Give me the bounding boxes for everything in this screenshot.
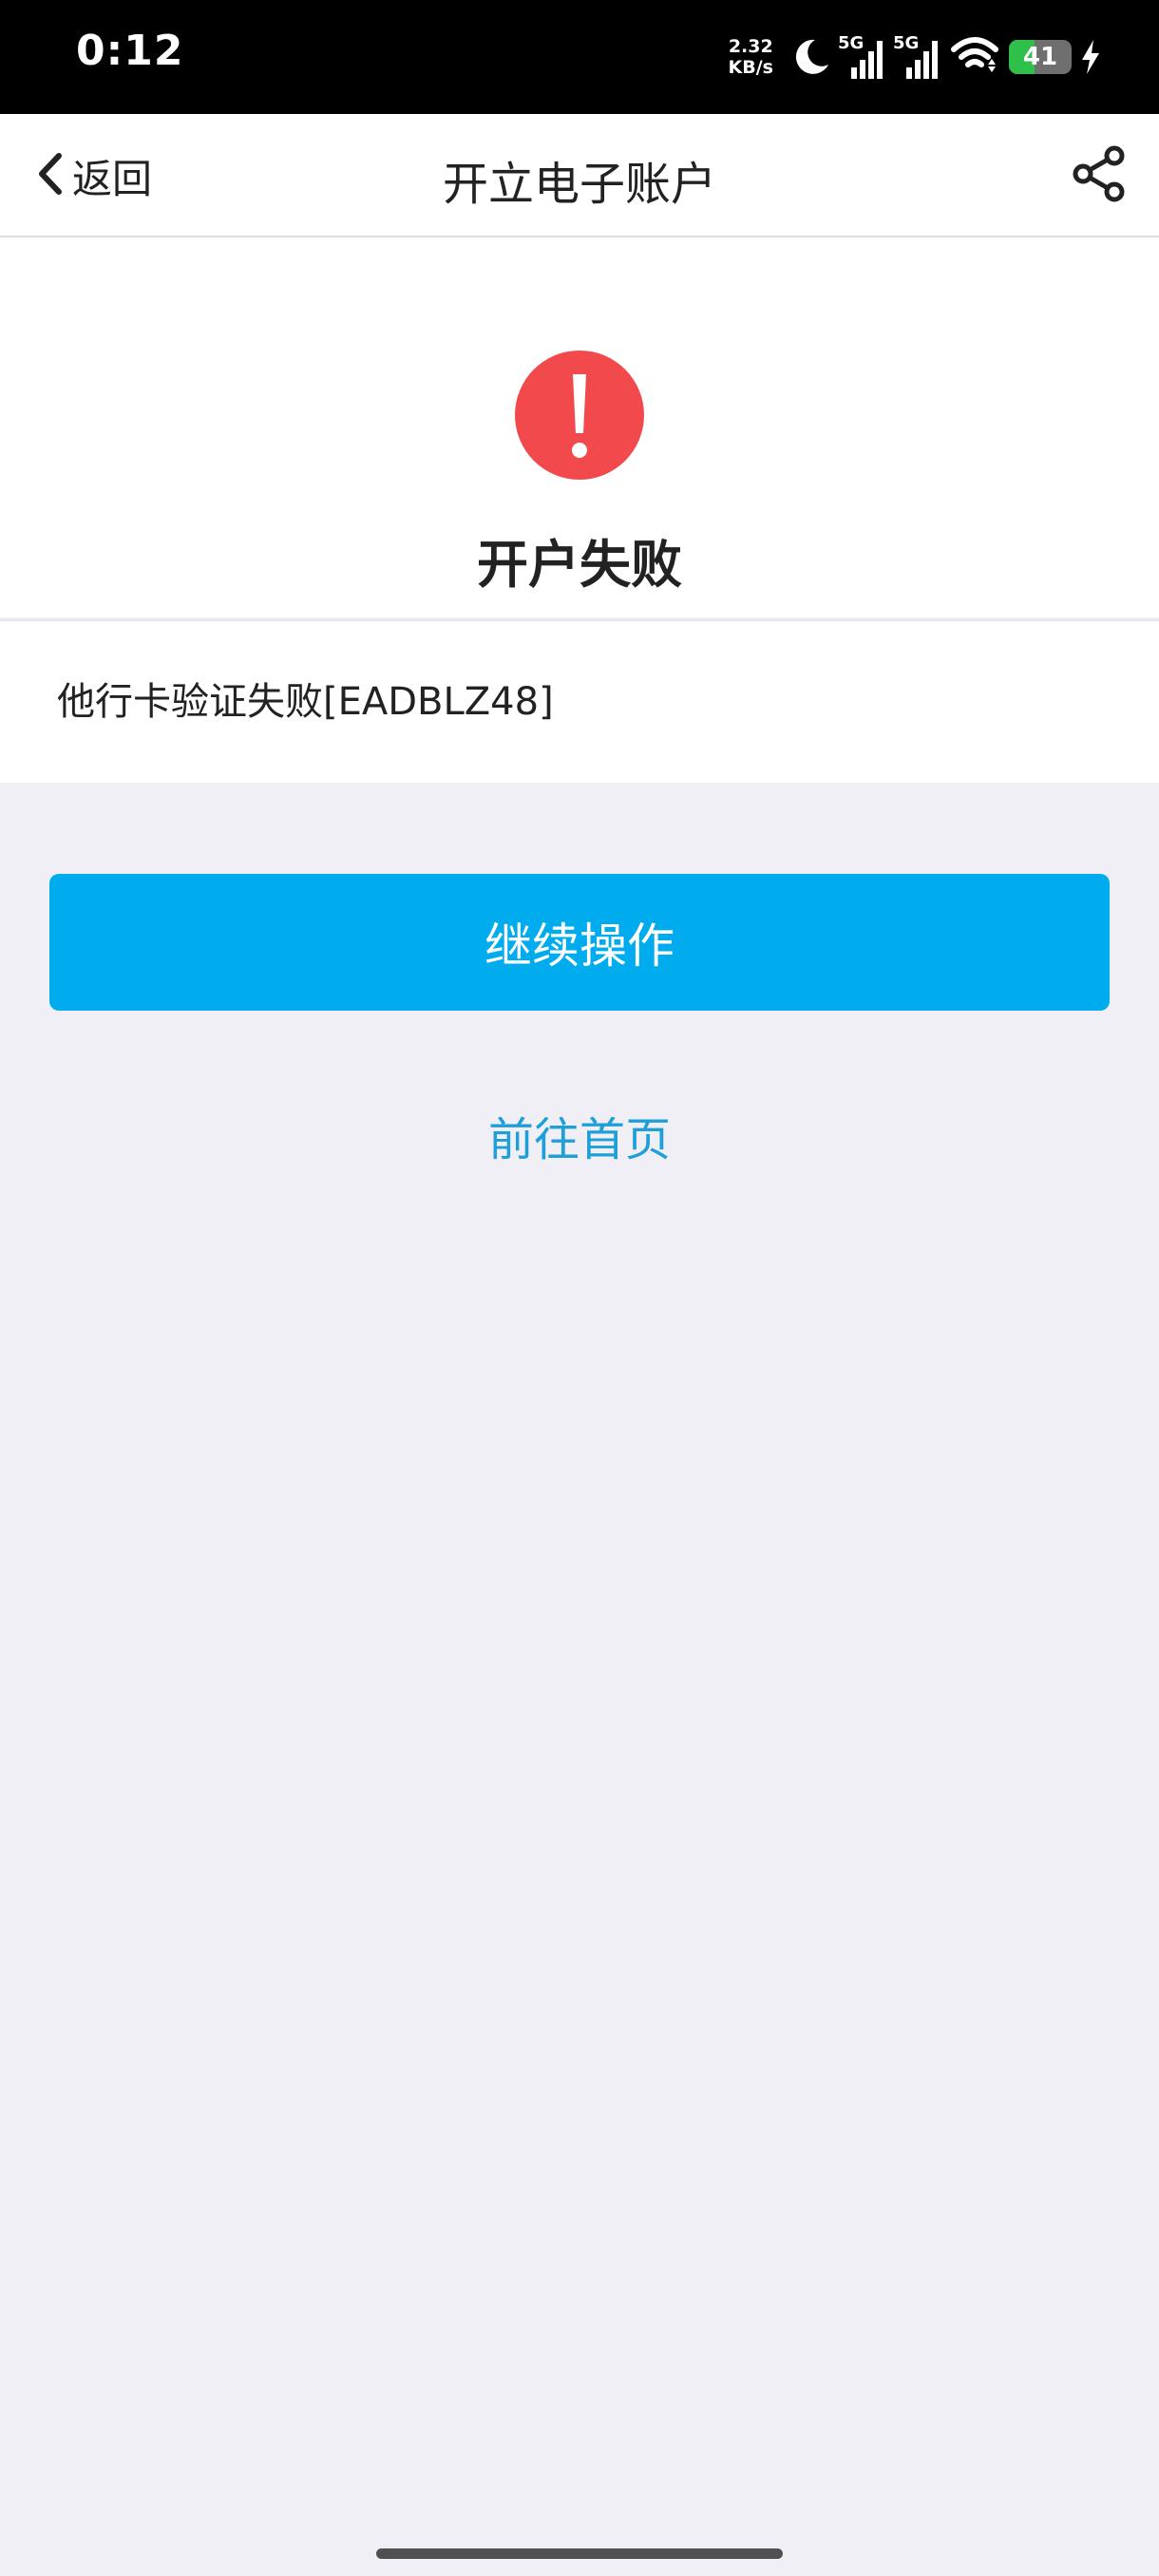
network-speed: 2.32 KB/s xyxy=(729,36,773,78)
navigation-bar: 返回 开立电子账户 xyxy=(0,114,1159,237)
error-exclamation-icon xyxy=(514,350,645,481)
battery-icon: 41 xyxy=(1009,40,1072,74)
network-speed-value: 2.32 xyxy=(728,36,773,57)
battery-level: 41 xyxy=(1022,43,1058,71)
share-button[interactable] xyxy=(1066,142,1132,209)
go-home-link[interactable]: 前往首页 xyxy=(0,1102,1159,1168)
status-icons: 2.32 KB/s 5G 5G 41 xyxy=(729,27,1102,87)
result-card: 开户失败 xyxy=(0,237,1159,617)
page-title: 开立电子账户 xyxy=(442,158,716,211)
wifi-icon xyxy=(950,36,999,78)
network-speed-unit: KB/s xyxy=(728,57,773,78)
result-title: 开户失败 xyxy=(477,535,682,595)
status-bar: 0:12 2.32 KB/s 5G 5G 41 xyxy=(0,0,1159,114)
share-icon xyxy=(1070,144,1129,207)
signal-icon: 5G xyxy=(838,31,887,83)
status-time: 0:12 xyxy=(76,27,184,75)
charging-bolt-icon xyxy=(1079,38,1102,76)
home-indicator-bar[interactable] xyxy=(376,2548,783,2559)
moon-icon xyxy=(790,36,832,78)
continue-button[interactable]: 继续操作 xyxy=(49,874,1110,1011)
error-message: 他行卡验证失败[EADBLZ48] xyxy=(57,680,554,724)
signal-icon: 5G xyxy=(893,31,942,83)
message-card: 他行卡验证失败[EADBLZ48] xyxy=(0,619,1159,783)
